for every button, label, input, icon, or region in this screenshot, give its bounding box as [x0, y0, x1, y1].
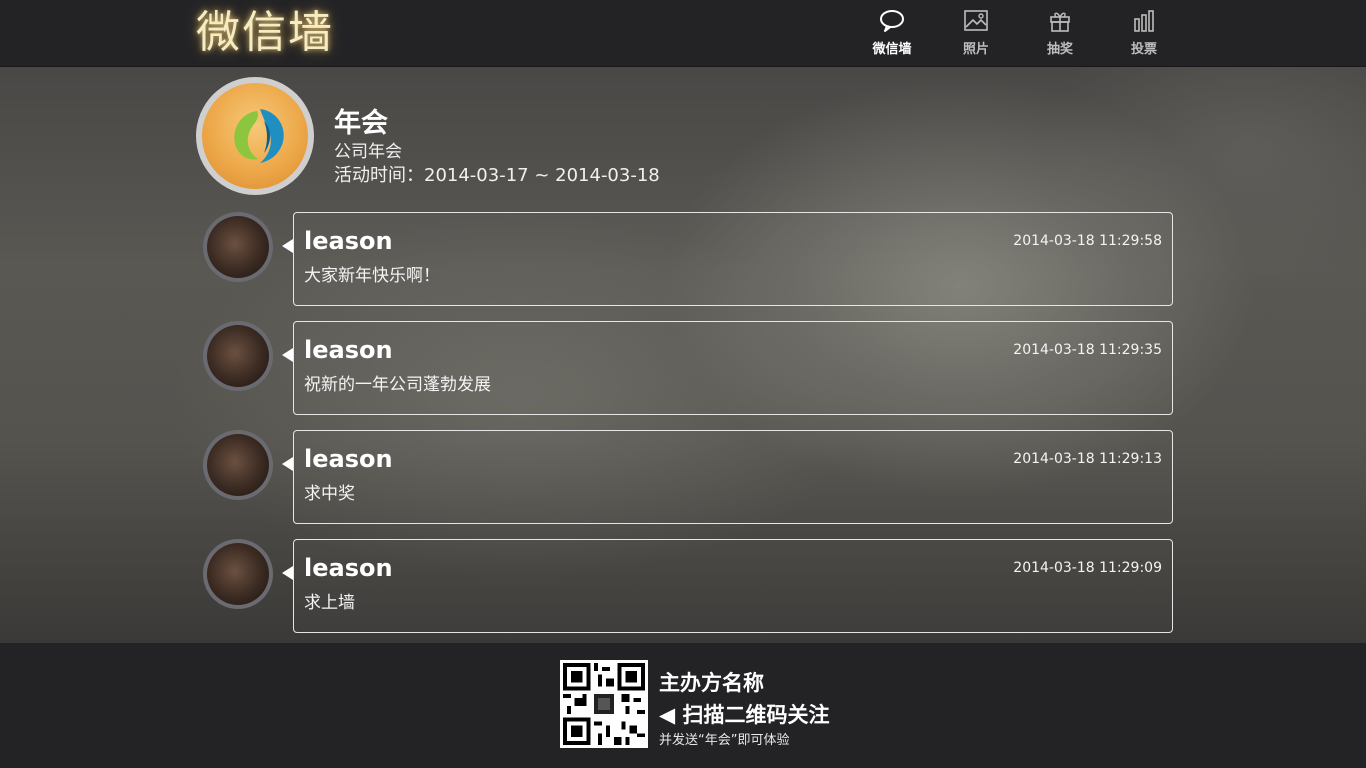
sponsor-name: 主办方名称 — [659, 671, 764, 695]
event-logo-graphic — [234, 109, 284, 163]
gift-icon — [1050, 12, 1070, 32]
message-item: leason 2014-03-18 11:29:09 求上墙 — [0, 539, 1366, 633]
event-logo — [196, 77, 314, 195]
chat-bubble-icon — [880, 10, 904, 32]
message-text: 求上墙 — [304, 593, 355, 613]
nav-label: 照片 — [962, 42, 989, 57]
message-wall: 年会 公司年会 活动时间：2014-03-17 ~ 2014-03-18 lea… — [0, 67, 1366, 643]
top-header: 微信墙 微信墙 照片 抽奖 投票 — [0, 0, 1366, 67]
bubble-arrow — [282, 566, 293, 580]
bar-chart-icon — [1134, 10, 1154, 32]
nav-label: 抽奖 — [1046, 42, 1073, 57]
event-title: 年会 — [334, 108, 388, 139]
event-time: 活动时间：2014-03-17 ~ 2014-03-18 — [334, 165, 660, 186]
message-text: 求中奖 — [304, 484, 355, 504]
photo-icon — [964, 10, 988, 31]
qr-code-graphic — [563, 663, 645, 745]
message-item: leason 2014-03-18 11:29:58 大家新年快乐啊！ — [0, 212, 1366, 306]
message-item: leason 2014-03-18 11:29:35 祝新的一年公司蓬勃发展 — [0, 321, 1366, 415]
avatar[interactable] — [203, 430, 273, 500]
message-text: 祝新的一年公司蓬勃发展 — [304, 375, 491, 395]
nav-photos[interactable]: 照片 — [934, 0, 1018, 67]
nav-label: 微信墙 — [872, 42, 912, 57]
message-time: 2014-03-18 11:29:09 — [1013, 560, 1162, 576]
message-author: leason — [304, 227, 393, 255]
message-bubble: leason 2014-03-18 11:29:58 大家新年快乐啊！ — [293, 212, 1173, 306]
avatar[interactable] — [203, 321, 273, 391]
footer: 主办方名称 ◀ 扫描二维码关注 并发送“年会”即可体验 — [0, 643, 1366, 768]
nav-lottery[interactable]: 抽奖 — [1018, 0, 1102, 67]
avatar[interactable] — [203, 212, 273, 282]
avatar[interactable] — [203, 539, 273, 609]
message-author: leason — [304, 336, 393, 364]
bubble-arrow — [282, 457, 293, 471]
qr-code[interactable] — [560, 660, 648, 748]
scan-instruction: ◀ 扫描二维码关注 — [659, 703, 830, 727]
message-time: 2014-03-18 11:29:58 — [1013, 233, 1162, 249]
message-text: 大家新年快乐啊！ — [304, 266, 440, 286]
main-nav: 微信墙 照片 抽奖 投票 — [850, 0, 1186, 67]
bubble-arrow — [282, 239, 293, 253]
message-time: 2014-03-18 11:29:13 — [1013, 451, 1162, 467]
bubble-arrow — [282, 348, 293, 362]
message-author: leason — [304, 445, 393, 473]
message-author: leason — [304, 554, 393, 582]
message-bubble: leason 2014-03-18 11:29:09 求上墙 — [293, 539, 1173, 633]
message-bubble: leason 2014-03-18 11:29:13 求中奖 — [293, 430, 1173, 524]
message-bubble: leason 2014-03-18 11:29:35 祝新的一年公司蓬勃发展 — [293, 321, 1173, 415]
nav-vote[interactable]: 投票 — [1102, 0, 1186, 67]
app-logo[interactable]: 微信墙 — [196, 6, 334, 60]
message-time: 2014-03-18 11:29:35 — [1013, 342, 1162, 358]
nav-wall[interactable]: 微信墙 — [850, 0, 934, 67]
message-item: leason 2014-03-18 11:29:13 求中奖 — [0, 430, 1366, 524]
event-subtitle: 公司年会 — [334, 142, 402, 162]
send-instruction: 并发送“年会”即可体验 — [659, 733, 790, 748]
nav-label: 投票 — [1130, 42, 1157, 57]
